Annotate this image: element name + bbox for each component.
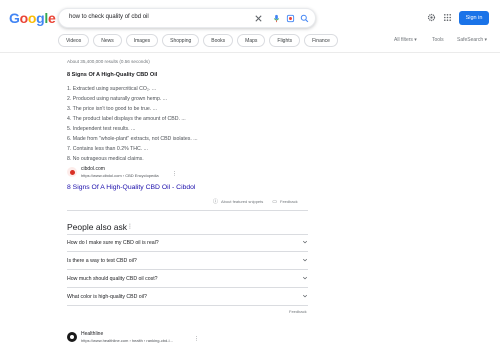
tools-button[interactable]: Tools <box>432 37 444 43</box>
result-stats: About 35,400,000 results (0.56 seconds) <box>67 59 150 64</box>
feedback-link[interactable]: Feedback <box>280 199 298 204</box>
filter-bar: Videos News Images Shopping Books Maps F… <box>58 34 338 48</box>
paa-question-text: Is there a way to test CBD oil? <box>67 257 137 264</box>
safesearch-button[interactable]: SafeSearch ▾ <box>457 37 487 43</box>
paa-more-icon[interactable]: ⋮ <box>127 223 133 230</box>
more-options-icon[interactable]: ⋮ <box>172 171 177 177</box>
clear-icon[interactable] <box>253 13 264 24</box>
all-filters-button[interactable]: All filters ▾ <box>394 37 417 43</box>
filter-chip-books[interactable]: Books <box>203 34 234 47</box>
search-icon[interactable] <box>299 13 310 24</box>
snippet-list-item: 2. Produced using naturally grown hemp. … <box>67 96 168 102</box>
chevron-down-icon <box>302 293 308 301</box>
header-divider <box>0 52 500 53</box>
paa-question-text: How do I make sure my CBD oil is real? <box>67 240 159 246</box>
camera-lens-icon[interactable] <box>285 13 296 24</box>
google-logo[interactable]: Google <box>9 10 56 26</box>
about-snippets-link[interactable]: About featured snippets <box>221 199 263 204</box>
search-box[interactable]: how to check quality of cbd oil <box>58 8 316 28</box>
sign-in-button[interactable]: Sign in <box>459 11 489 25</box>
filter-chip-maps[interactable]: Maps <box>237 34 266 47</box>
header: Google how to check quality of cbd oil S… <box>0 0 500 34</box>
logo-letter: e <box>47 10 56 26</box>
logo-letter: G <box>9 10 20 26</box>
source-url[interactable]: https://www.healthline.com › health › ra… <box>81 338 173 343</box>
filter-chip-news[interactable]: News <box>93 34 122 47</box>
snippet-list-item: 7. Contains less than 0.2% THC. ... <box>67 146 148 152</box>
gear-icon[interactable] <box>425 11 437 23</box>
source-name[interactable]: cibdol.com <box>81 166 105 172</box>
info-icon: ⓘ <box>213 199 219 205</box>
chevron-down-icon <box>302 239 308 247</box>
logo-letter: o <box>19 10 29 26</box>
snippet-title: 8 Signs Of A High-Quality CBD Oil <box>67 72 158 78</box>
paa-title: People also ask <box>67 222 128 232</box>
paa-question[interactable]: Is there a way to test CBD oil? <box>67 252 308 270</box>
filter-chip-videos[interactable]: Videos <box>58 34 90 47</box>
chevron-down-icon <box>302 257 308 265</box>
paa-feedback-link[interactable]: Feedback <box>289 309 307 314</box>
filter-chip-flights[interactable]: Flights <box>269 34 301 47</box>
snippet-list-item: 3. The price isn't too good to be true. … <box>67 106 158 112</box>
more-options-icon[interactable]: ⋮ <box>194 336 199 342</box>
snippet-footer: ⓘ About featured snippets ▭ Feedback <box>213 198 298 206</box>
paa-question-text: What color is high-quality CBD oil? <box>67 293 147 300</box>
paa-question[interactable]: What color is high-quality CBD oil? <box>67 288 308 306</box>
source-url[interactable]: https://www.cibdol.com › CBD Encyclopedi… <box>81 173 159 178</box>
snippet-list-item: 5. Independent test results. ... <box>67 126 136 132</box>
search-input[interactable]: how to check quality of cbd oil <box>69 14 149 20</box>
feedback-icon: ▭ <box>272 198 278 205</box>
paa-question[interactable]: How do I make sure my CBD oil is real? <box>67 234 308 252</box>
section-divider <box>67 210 308 211</box>
snippet-list-item: 1. Extracted using supercritical CO₂. ..… <box>67 86 157 92</box>
filter-chip-shopping[interactable]: Shopping <box>162 34 200 47</box>
apps-grid-icon[interactable] <box>441 11 453 23</box>
snippet-list-item: 6. Made from "whole-plant" extracts, not… <box>67 136 198 142</box>
paa-list: How do I make sure my CBD oil is real? I… <box>67 234 308 306</box>
snippet-list-item: 8. No outrageous medical claims. <box>67 156 144 162</box>
microphone-icon[interactable] <box>271 13 282 24</box>
source-name[interactable]: Healthline <box>81 331 103 337</box>
paa-question[interactable]: How much should quality CBD oil cost? <box>67 270 308 288</box>
paa-question-text: How much should quality CBD oil cost? <box>67 275 158 282</box>
filter-chip-finance[interactable]: Finance <box>304 34 338 47</box>
filter-chip-images[interactable]: Images <box>125 34 159 47</box>
result-title-link[interactable]: 8 Signs Of A High-Quality CBD Oil - Cibd… <box>67 184 195 191</box>
snippet-list: 1. Extracted using supercritical CO₂. ..… <box>67 84 198 164</box>
snippet-list-item: 4. The product label displays the amount… <box>67 116 186 122</box>
logo-letter: o <box>27 10 37 26</box>
cibdol-favicon-icon <box>67 167 77 177</box>
chevron-down-icon <box>302 275 308 283</box>
healthline-favicon-icon <box>67 332 77 342</box>
